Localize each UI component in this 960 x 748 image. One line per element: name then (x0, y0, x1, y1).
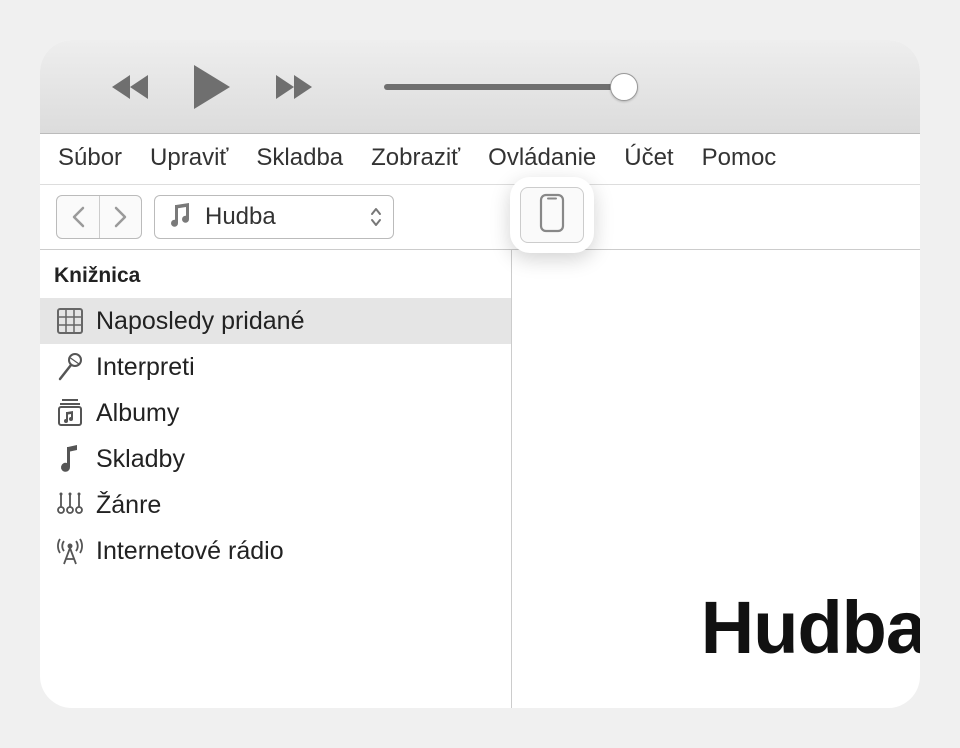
microphone-icon (54, 352, 86, 382)
content-area: Knižnica Naposledy pridané Interpreti Al… (40, 250, 920, 708)
sidebar-item-artists[interactable]: Interpreti (40, 344, 511, 390)
volume-thumb[interactable] (610, 73, 638, 101)
menu-edit[interactable]: Upraviť (150, 144, 228, 172)
note-icon (54, 444, 86, 474)
sidebar-item-label: Interpreti (96, 353, 195, 382)
play-icon[interactable] (190, 63, 234, 111)
player-bar (40, 40, 920, 134)
device-button[interactable] (520, 187, 584, 243)
music-note-icon (169, 202, 191, 233)
sidebar-item-label: Albumy (96, 399, 179, 428)
nav-buttons (56, 195, 142, 239)
next-icon[interactable] (272, 72, 314, 102)
category-label: Hudba (205, 203, 355, 231)
sidebar-item-label: Internetové rádio (96, 537, 284, 566)
sidebar-item-albums[interactable]: Albumy (40, 390, 511, 436)
volume-track[interactable] (384, 84, 624, 90)
main-title: Hudba (701, 585, 920, 670)
radio-tower-icon (54, 536, 86, 566)
menu-controls[interactable]: Ovládanie (488, 144, 596, 172)
menu-song[interactable]: Skladba (256, 144, 343, 172)
category-selector[interactable]: Hudba (154, 195, 394, 239)
menu-bar: Súbor Upraviť Skladba Zobraziť Ovládanie… (40, 134, 920, 185)
sidebar-item-label: Skladby (96, 445, 185, 474)
menu-account[interactable]: Účet (624, 144, 673, 172)
menu-help[interactable]: Pomoc (702, 144, 777, 172)
grid-icon (54, 307, 86, 335)
device-popover (510, 177, 594, 253)
sidebar-item-recently-added[interactable]: Naposledy pridané (40, 298, 511, 344)
previous-icon[interactable] (110, 72, 152, 102)
sidebar-item-genres[interactable]: Žánre (40, 482, 511, 528)
menu-view[interactable]: Zobraziť (371, 144, 460, 172)
sidebar-item-label: Naposledy pridané (96, 307, 304, 336)
forward-button[interactable] (99, 196, 141, 238)
chevron-updown-icon (369, 206, 383, 228)
menu-file[interactable]: Súbor (58, 144, 122, 172)
toolbar: Hudba (40, 185, 920, 250)
guitar-icon (54, 490, 86, 520)
app-window: Súbor Upraviť Skladba Zobraziť Ovládanie… (40, 40, 920, 708)
sidebar-item-songs[interactable]: Skladby (40, 436, 511, 482)
sidebar-header: Knižnica (40, 260, 511, 298)
playback-controls (110, 63, 314, 111)
sidebar: Knižnica Naposledy pridané Interpreti Al… (40, 250, 512, 708)
sidebar-item-internet-radio[interactable]: Internetové rádio (40, 528, 511, 574)
main-panel: Hudba (512, 250, 920, 708)
back-button[interactable] (57, 196, 99, 238)
phone-icon (539, 193, 565, 238)
volume-slider[interactable] (384, 84, 624, 90)
sidebar-item-label: Žánre (96, 491, 161, 520)
album-icon (54, 398, 86, 428)
